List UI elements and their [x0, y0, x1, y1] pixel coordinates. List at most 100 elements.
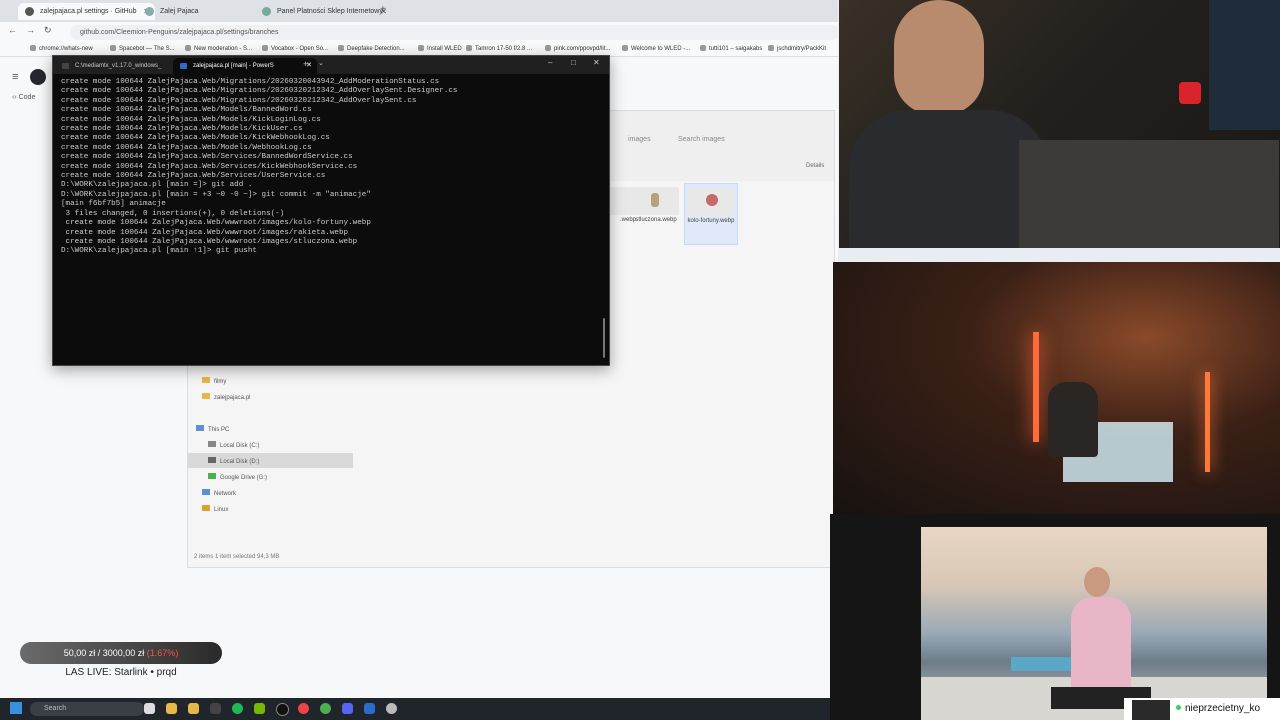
forward-icon[interactable]: → [26, 25, 35, 35]
browser-tab-github[interactable]: zalejpajaca.pl settings · GitHub ✕ [18, 3, 155, 20]
bookmark-item[interactable]: chrome://whats-new [30, 45, 93, 52]
bookmark-item[interactable]: Vocabox - Open So... [262, 45, 328, 52]
page-favicon-icon [145, 7, 154, 16]
chevron-down-icon[interactable]: ⌄ [318, 59, 324, 67]
file-name: kolo-fortuny.webp [687, 218, 735, 224]
live-dot-icon [1176, 705, 1181, 710]
minimize-icon[interactable]: – [548, 58, 552, 67]
file-thumbnail-image [633, 187, 679, 215]
nav-item-zalejpajaca[interactable]: zalejpajaca.pl [202, 393, 250, 401]
nav-item-local-c[interactable]: Local Disk (C:) [208, 441, 259, 449]
nav-item-label: Local Disk (C:) [220, 443, 260, 449]
taskbar-search[interactable]: Search [30, 702, 144, 716]
file-thumbnail[interactable]: stluczona.webp [630, 183, 682, 243]
terminal-line: create mode 100644 ZalejPajaca.Web/Servi… [61, 153, 353, 162]
terminal-scrollbar[interactable] [603, 318, 605, 358]
folder-icon[interactable] [188, 703, 199, 714]
disk-icon [208, 457, 216, 463]
bookmark-item[interactable]: Install WLED [418, 45, 462, 52]
nav-item-google-drive[interactable]: Google Drive (G:) [208, 473, 267, 481]
network-icon [202, 489, 210, 495]
explorer-breadcrumb[interactable]: images [628, 136, 651, 143]
terminal-tab-active[interactable]: zalejpajaca.pl [main] - PowerS ✕ [173, 58, 317, 74]
maximize-icon[interactable]: □ [571, 58, 576, 67]
terminal-tab[interactable]: C:\mediamtx_v1.17.0_windows_ ✕ [55, 58, 187, 74]
nav-item-local-d[interactable]: Local Disk (D:) [208, 457, 259, 465]
donation-goal: 3000,00 zł [102, 648, 145, 658]
terminal-line: create mode 100644 ZalejPajaca.Web/Model… [61, 125, 303, 134]
person-head [894, 0, 984, 115]
player-icon[interactable] [386, 703, 397, 714]
terminal-line: create mode 100644 ZalejPajaca.Web/wwwro… [61, 219, 371, 228]
bookmark-item[interactable]: tutti101 – saigakabs [700, 45, 762, 52]
nav-item-label: Linux [214, 507, 229, 513]
nav-item-label: This PC [208, 427, 230, 433]
new-tab-icon[interactable]: + [303, 59, 308, 69]
file-thumbnail-selected[interactable]: kolo-fortuny.webp [684, 183, 738, 245]
folder-icon [202, 377, 210, 383]
terminal-line: create mode 100644 ZalejPajaca.Web/Migra… [61, 87, 458, 96]
nvidia-icon[interactable] [254, 703, 265, 714]
terminal-line: create mode 100644 ZalejPajaca.Web/wwwro… [61, 237, 358, 246]
nav-item-label: filmy [214, 379, 227, 385]
folder-icon[interactable] [166, 703, 177, 714]
explorer-status-bar: 2 items 1 item selected 94,3 MB [194, 554, 280, 560]
nav-item-filmy[interactable]: filmy [202, 377, 226, 385]
terminal-output[interactable]: create mode 100644 ZalejPajaca.Web/Migra… [61, 78, 601, 358]
nav-item-this-pc[interactable]: This PC [196, 425, 229, 433]
page-favicon-icon [262, 7, 271, 16]
details-button[interactable]: Details [806, 163, 824, 169]
terminal-window: C:\mediamtx_v1.17.0_windows_ ✕ zalejpaja… [52, 55, 610, 366]
nav-item-label: zalejpajaca.pl [214, 395, 251, 401]
media-icon[interactable] [298, 703, 309, 714]
terminal-line: create mode 100644 ZalejPajaca.Web/Model… [61, 106, 312, 115]
back-icon[interactable]: ← [8, 25, 17, 35]
file-thumbnail-image [688, 188, 734, 216]
cmd-icon [62, 63, 69, 69]
webcam-feed-room [833, 262, 1280, 514]
terminal-tab-label: zalejpajaca.pl [main] - PowerS [193, 63, 274, 69]
bookmark-item[interactable]: Deepfake Detection... [338, 45, 405, 52]
terminal-icon[interactable] [210, 703, 221, 714]
disk-icon [208, 441, 216, 447]
close-window-icon[interactable]: ✕ [593, 58, 600, 67]
streamer-name-badge: nieprzecietny_ko [1124, 698, 1280, 720]
new-tab-icon[interactable]: + [380, 4, 386, 15]
bookmark-item[interactable]: jschdmitry/PackKit [768, 45, 826, 52]
person-sweater [1071, 597, 1131, 697]
linux-icon [202, 505, 210, 511]
browser-tab-label: Zalej Pajaca [160, 8, 199, 15]
spotify-icon[interactable] [232, 703, 243, 714]
gaming-chair [1048, 382, 1098, 457]
address-bar[interactable]: github.com/Cleemion-Penguins/zalejpajaca… [70, 25, 840, 40]
terminal-line: create mode 100644 ZalejPajaca.Web/wwwro… [61, 228, 349, 237]
code-tab[interactable]: ‹› Code [12, 94, 35, 101]
windows-start-icon[interactable] [10, 702, 22, 714]
nav-item-network[interactable]: Network [202, 489, 236, 497]
folder-icon [202, 393, 210, 399]
bookmark-item[interactable]: Tamron 17-50 f/2.8 ... [466, 45, 532, 52]
bookmark-item[interactable]: Spacebot — The S... [110, 45, 175, 52]
browser-tab-panel[interactable]: Panel Platności Sklep Internetowy ✕ [255, 3, 392, 20]
github-favicon-icon [25, 7, 34, 16]
editor-icon[interactable] [364, 703, 375, 714]
donation-current: 50,00 zł [63, 648, 96, 658]
nav-item-linux[interactable]: Linux [202, 505, 228, 513]
terminal-tabbar: C:\mediamtx_v1.17.0_windows_ ✕ zalejpaja… [53, 56, 609, 74]
bookmark-item[interactable]: Welcome to WLED -... [622, 45, 690, 52]
bookmark-item[interactable]: New moderation - S... [185, 45, 252, 52]
obs-icon[interactable] [276, 703, 289, 716]
explorer-search-input[interactable]: Search images [678, 136, 725, 143]
discord-icon[interactable] [342, 703, 353, 714]
chrome-icon[interactable] [320, 703, 331, 714]
terminal-line: create mode 100644 ZalejPajaca.Web/Migra… [61, 96, 417, 105]
video-feed-dj [921, 527, 1267, 720]
reload-icon[interactable]: ↻ [44, 25, 52, 36]
hamburger-icon[interactable]: ≡ [12, 71, 18, 83]
streamer-username: nieprzecietny_ko [1185, 703, 1261, 714]
red-light [1179, 82, 1201, 104]
donation-goal-bar: 50,00 zł / 3000,00 zł (1.67%) [20, 642, 222, 664]
explorer-icon[interactable] [144, 703, 155, 714]
bookmark-item[interactable]: pink.com/ppovpd/lit... [545, 45, 610, 52]
github-logo-icon[interactable] [30, 69, 46, 85]
